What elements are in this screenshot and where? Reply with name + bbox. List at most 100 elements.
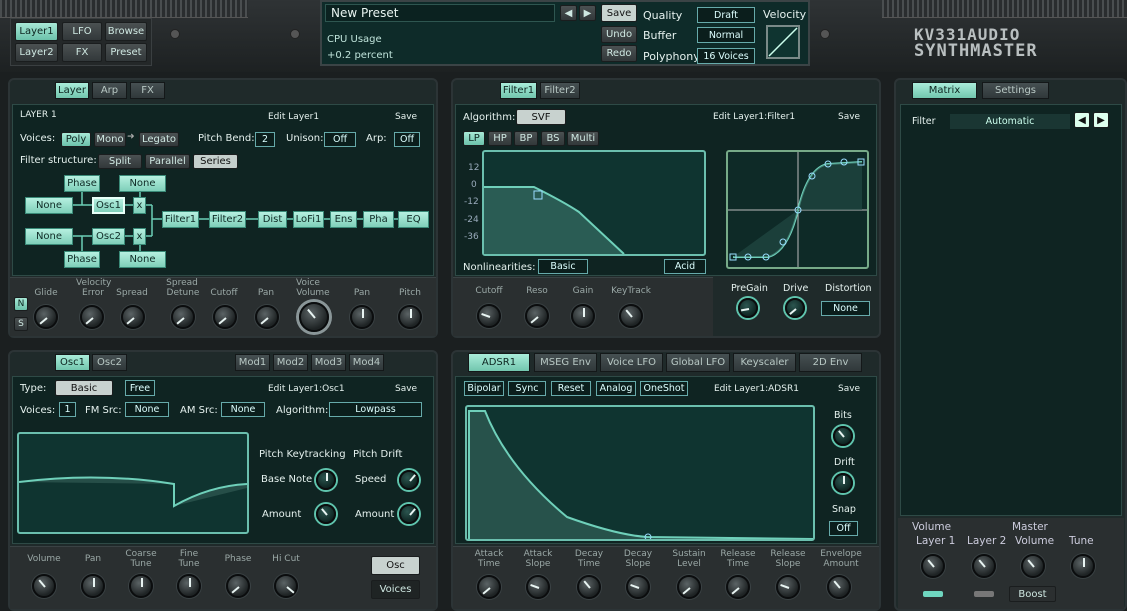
buffer-select[interactable]: Normal xyxy=(697,27,755,43)
eq-node[interactable]: EQ xyxy=(398,211,429,228)
keytrack-knob[interactable] xyxy=(619,304,643,328)
filter-save-button[interactable]: Save xyxy=(838,112,860,122)
osc2-am-node[interactable]: None xyxy=(119,251,166,268)
spread-pan-knob[interactable] xyxy=(255,305,279,329)
decay-time-knob[interactable] xyxy=(577,575,601,599)
sync-button[interactable]: Sync xyxy=(508,381,546,396)
voice-pan-knob[interactable] xyxy=(350,305,374,329)
normal-mode-button[interactable]: N xyxy=(14,297,28,311)
attack-time-knob[interactable] xyxy=(477,575,501,599)
quality-select[interactable]: Draft xyxy=(697,7,755,23)
dist-node[interactable]: Dist xyxy=(258,211,287,228)
sustain-level-knob[interactable] xyxy=(677,575,701,599)
matrix-next-button[interactable]: ▶ xyxy=(1093,112,1109,128)
tab-mod3[interactable]: Mod3 xyxy=(311,354,346,371)
osc-save-button[interactable]: Save xyxy=(395,384,417,394)
filter-lp-button[interactable]: LP xyxy=(463,131,485,146)
osc2-mult-node[interactable]: x xyxy=(133,228,146,245)
base-note-knob[interactable] xyxy=(316,470,336,490)
osc-volume-knob[interactable] xyxy=(32,574,56,598)
fine-tune-knob[interactable] xyxy=(177,574,201,598)
acid-button[interactable]: Acid xyxy=(664,259,706,274)
master-volume-knob[interactable] xyxy=(1021,554,1045,578)
bits-knob[interactable] xyxy=(833,426,853,446)
osc-free-button[interactable]: Free xyxy=(125,380,155,396)
spread-cutoff-knob[interactable] xyxy=(213,305,237,329)
coarse-tune-knob[interactable] xyxy=(129,574,153,598)
tab-settings[interactable]: Settings xyxy=(982,82,1049,99)
sync-mode-button[interactable]: S xyxy=(14,317,28,331)
am-src-select[interactable]: None xyxy=(221,402,265,417)
distortion-select[interactable]: None xyxy=(821,301,870,316)
tab-mod1[interactable]: Mod1 xyxy=(235,354,270,371)
matrix-filter-select[interactable]: Automatic xyxy=(950,114,1070,129)
tab-mod4[interactable]: Mod4 xyxy=(349,354,384,371)
attack-slope-knob[interactable] xyxy=(526,575,550,599)
tab-keyscaler[interactable]: Keyscaler xyxy=(733,353,796,372)
distortion-curve-graph[interactable] xyxy=(726,150,869,269)
keytrack-amount-knob[interactable] xyxy=(316,504,336,524)
filter-multi-button[interactable]: Multi xyxy=(567,131,599,146)
voices-view-button[interactable]: Voices xyxy=(371,580,420,599)
prev-preset-button[interactable]: ◀ xyxy=(560,5,577,21)
tab-osc2[interactable]: Osc2 xyxy=(92,354,127,371)
envelope-amount-knob[interactable] xyxy=(827,575,851,599)
osc-view-button[interactable]: Osc xyxy=(371,556,420,575)
drift-amount-knob[interactable] xyxy=(399,504,419,524)
velocity-curve[interactable] xyxy=(766,25,800,59)
master-tune-knob[interactable] xyxy=(1071,554,1095,578)
redo-button[interactable]: Redo xyxy=(601,45,637,62)
phaser-node[interactable]: Pha xyxy=(363,211,394,228)
next-preset-button[interactable]: ▶ xyxy=(579,5,596,21)
spread-detune-knob[interactable] xyxy=(171,305,195,329)
osc-algorithm-select[interactable]: Lowpass xyxy=(329,402,422,417)
drift-knob[interactable] xyxy=(833,473,853,493)
reset-button[interactable]: Reset xyxy=(551,381,591,396)
tab-osc1[interactable]: Osc1 xyxy=(55,354,90,371)
tab-adsr1[interactable]: ADSR1 xyxy=(468,353,530,372)
osc-pan-knob[interactable] xyxy=(81,574,105,598)
tab-filter2[interactable]: Filter2 xyxy=(540,82,580,99)
osc1-phase-node[interactable]: Phase xyxy=(64,175,100,192)
filter1-node[interactable]: Filter1 xyxy=(162,211,199,228)
drift-speed-knob[interactable] xyxy=(399,470,419,490)
osc-waveform-display[interactable] xyxy=(17,432,249,534)
osc1-node[interactable]: Osc1 xyxy=(92,197,125,214)
cutoff-knob[interactable] xyxy=(477,304,501,328)
reso-knob[interactable] xyxy=(525,304,549,328)
polyphony-select[interactable]: 16 Voices xyxy=(697,48,755,64)
drive-knob[interactable] xyxy=(785,298,805,318)
layer1-volume-knob[interactable] xyxy=(921,554,945,578)
voice-pitch-knob[interactable] xyxy=(398,305,422,329)
fm-src-select[interactable]: None xyxy=(125,402,169,417)
tab-2d-env[interactable]: 2D Env xyxy=(799,353,862,372)
filter-bp-button[interactable]: BP xyxy=(514,131,538,146)
osc-phase-knob[interactable] xyxy=(226,574,250,598)
tab-voice-lfo[interactable]: Voice LFO xyxy=(600,353,663,372)
filter-response-graph[interactable] xyxy=(482,150,706,256)
filter2-node[interactable]: Filter2 xyxy=(209,211,246,228)
layer1-enable-led[interactable] xyxy=(923,591,943,597)
velocity-error-knob[interactable] xyxy=(80,305,104,329)
tab-mseg-env[interactable]: MSEG Env xyxy=(534,353,597,372)
osc2-node[interactable]: Osc2 xyxy=(92,228,125,245)
osc1-am-node[interactable]: None xyxy=(119,175,166,192)
preset-save-button[interactable]: Save xyxy=(601,4,637,22)
filter-bs-button[interactable]: BS xyxy=(541,131,565,146)
osc1-input-node[interactable]: None xyxy=(25,197,73,214)
glide-knob[interactable] xyxy=(34,305,58,329)
tab-global-lfo[interactable]: Global LFO xyxy=(666,353,730,372)
velocity-spread-knob[interactable] xyxy=(121,305,145,329)
osc2-phase-node[interactable]: Phase xyxy=(64,251,100,268)
undo-button[interactable]: Undo xyxy=(601,26,637,43)
decay-slope-knob[interactable] xyxy=(626,575,650,599)
oneshot-button[interactable]: OneShot xyxy=(640,381,688,396)
nonlinearities-select[interactable]: Basic xyxy=(538,259,588,274)
lofi-node[interactable]: LoFi1 xyxy=(293,211,324,228)
osc2-input-node[interactable]: None xyxy=(25,228,73,245)
release-slope-knob[interactable] xyxy=(776,575,800,599)
layer2-enable-led[interactable] xyxy=(974,591,994,597)
ensemble-node[interactable]: Ens xyxy=(330,211,357,228)
snap-toggle[interactable]: Off xyxy=(829,521,858,536)
filter-algorithm-select[interactable]: SVF xyxy=(516,109,566,125)
